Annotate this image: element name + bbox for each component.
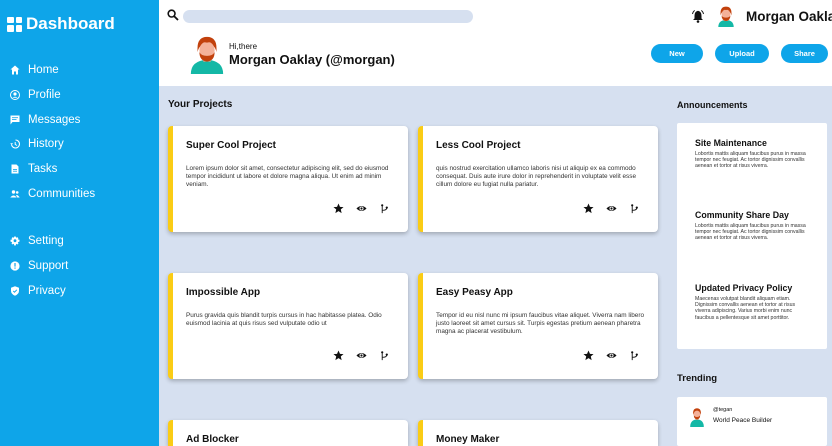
profile-icon (10, 90, 20, 101)
announcement-text: Lobortis mattis aliquam faucibus purus i… (695, 151, 806, 170)
brand[interactable]: Dashboard (7, 14, 115, 34)
sidebar-item-communities[interactable]: Communities (10, 181, 95, 206)
history-icon (10, 139, 20, 149)
project-title: Less Cool Project (436, 140, 521, 151)
gear-icon (10, 236, 20, 246)
display-name: Morgan Oaklay (@morgan) (229, 52, 395, 67)
sidebar-item-profile[interactable]: Profile (10, 83, 95, 108)
upload-button[interactable]: Upload (715, 44, 769, 63)
sidebar-item-home[interactable]: Home (10, 58, 95, 83)
messages-icon (10, 115, 20, 125)
announcement-text: Maecenas volutpat blandit aliquam etiam.… (695, 296, 796, 321)
eye-icon[interactable] (356, 203, 367, 214)
communities-icon (10, 190, 20, 198)
tasks-icon (11, 164, 19, 174)
project-card[interactable]: Easy Peasy App Tempor id eu nisl nunc mi… (418, 273, 658, 379)
project-card[interactable]: Ad Blocker (168, 420, 408, 446)
user-name[interactable]: Morgan Oaklay (746, 9, 832, 24)
trending-project-title[interactable]: World Peace Builder (713, 417, 772, 424)
sidebar-item-label: Setting (28, 235, 64, 248)
fork-icon[interactable] (379, 203, 390, 214)
announcements-panel: Site Maintenance Lobortis mattis aliquam… (677, 123, 827, 349)
project-title: Ad Blocker (186, 434, 239, 445)
primary-nav: Home Profile Messages History Tasks Comm… (10, 58, 95, 206)
profile-avatar (190, 36, 224, 74)
announcements-title: Announcements (677, 100, 748, 110)
project-description: Lorem ipsum dolor sit amet, consectetur … (186, 165, 389, 188)
sidebar-item-label: Privacy (28, 284, 66, 297)
star-icon[interactable] (333, 203, 344, 214)
shield-icon (11, 286, 19, 296)
sidebar-item-history[interactable]: History (10, 132, 95, 157)
sidebar-item-tasks[interactable]: Tasks (10, 157, 95, 182)
project-card[interactable]: Impossible App Purus gravida quis blandi… (168, 273, 408, 379)
eye-icon[interactable] (606, 203, 617, 214)
project-actions (583, 350, 640, 361)
eye-icon[interactable] (356, 350, 367, 361)
home-icon (10, 65, 20, 75)
sidebar-item-label: Support (28, 260, 69, 273)
sidebar-item-label: Profile (28, 89, 61, 102)
trending-avatar (690, 408, 704, 427)
search-input[interactable] (183, 10, 473, 23)
sidebar: Dashboard Home Profile Messages History … (0, 0, 159, 446)
bell-icon[interactable] (692, 10, 704, 23)
sidebar-item-label: Communities (28, 187, 96, 200)
sidebar-item-privacy[interactable]: Privacy (10, 278, 68, 303)
project-description: Tempor id eu nisl nunc mi ipsum faucibus… (436, 312, 645, 335)
sidebar-item-support[interactable]: Support (10, 254, 68, 279)
project-description: Purus gravida quis blandit turpis cursus… (186, 312, 382, 327)
project-title: Super Cool Project (186, 140, 277, 151)
announcement-item[interactable]: Updated Privacy Policy Maecenas volutpat… (695, 283, 810, 321)
sidebar-item-label: Home (28, 64, 59, 77)
fork-icon[interactable] (629, 350, 640, 361)
fork-icon[interactable] (629, 203, 640, 214)
trending-panel: @tegan World Peace Builder (677, 397, 827, 446)
project-description: quis nostrud exercitation ullamco labori… (436, 165, 637, 188)
share-button[interactable]: Share (781, 44, 828, 63)
avatar[interactable] (715, 5, 737, 27)
project-actions (333, 203, 390, 214)
project-card[interactable]: Less Cool Project quis nostrud exercitat… (418, 126, 658, 232)
eye-icon[interactable] (606, 350, 617, 361)
greeting: Hi,there (229, 42, 258, 51)
project-card[interactable]: Money Maker (418, 420, 658, 446)
announcement-title: Site Maintenance (695, 138, 767, 148)
search-icon[interactable] (167, 9, 179, 21)
announcement-title: Community Share Day (695, 210, 789, 220)
star-icon[interactable] (583, 203, 594, 214)
sidebar-item-label: Messages (28, 113, 81, 126)
sidebar-item-label: Tasks (28, 163, 58, 176)
announcement-title: Updated Privacy Policy (695, 283, 793, 293)
project-actions (583, 203, 640, 214)
header: Morgan Oaklay Hi,there Morgan Oaklay (@m… (159, 0, 832, 86)
star-icon[interactable] (583, 350, 594, 361)
project-card[interactable]: Super Cool Project Lorem ipsum dolor sit… (168, 126, 408, 232)
project-title: Impossible App (186, 287, 261, 298)
announcement-item[interactable]: Community Share Day Lobortis mattis aliq… (695, 210, 810, 242)
dashboard-grid-icon (7, 16, 22, 32)
brand-label: Dashboard (26, 14, 115, 33)
trending-handle[interactable]: @tegan (713, 407, 732, 413)
fork-icon[interactable] (379, 350, 390, 361)
secondary-nav: Setting Support Privacy (10, 229, 68, 303)
project-title: Easy Peasy App (436, 287, 513, 298)
sidebar-item-label: History (28, 138, 64, 151)
new-button[interactable]: New (651, 44, 703, 63)
announcement-text: Lobortis mattis aliquam faucibus purus i… (695, 223, 806, 242)
project-actions (333, 350, 390, 361)
announcement-item[interactable]: Site Maintenance Lobortis mattis aliquam… (695, 138, 810, 170)
trending-title: Trending (677, 373, 718, 384)
projects-title: Your Projects (168, 99, 233, 110)
support-icon (10, 261, 20, 271)
star-icon[interactable] (333, 350, 344, 361)
project-title: Money Maker (436, 434, 500, 445)
sidebar-item-messages[interactable]: Messages (10, 107, 95, 132)
sidebar-item-setting[interactable]: Setting (10, 229, 68, 254)
